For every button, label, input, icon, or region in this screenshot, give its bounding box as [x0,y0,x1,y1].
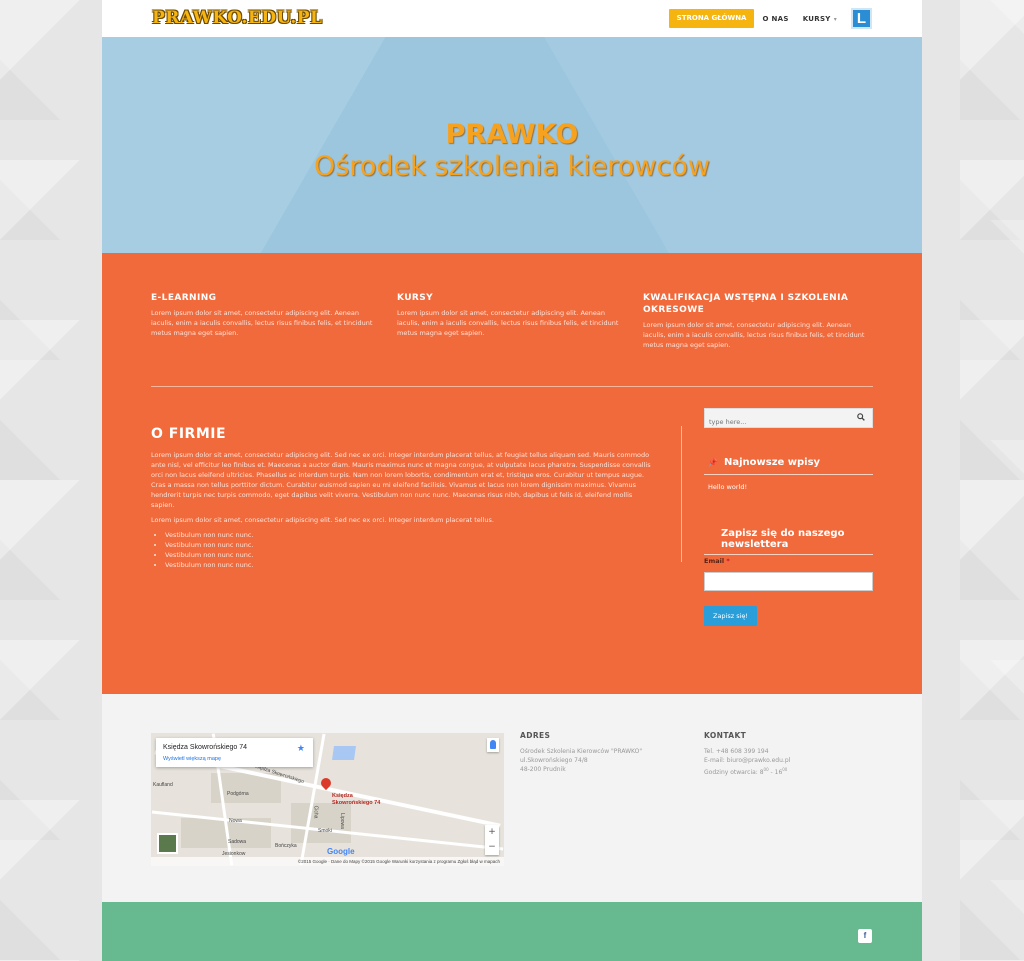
feature-title[interactable]: KURSY [397,292,627,304]
map-water [332,746,356,760]
hours-prefix: Godziny otwarcia: 8 [704,769,764,776]
map-place-title: Księdza Skowrońskiego 74 [163,744,248,751]
page: PRAWKO.EDU.PL STRONA GŁÓWNA O NAS KURSY ▾… [102,0,922,961]
feature-title[interactable]: KWALIFIKACJA WSTĘPNA I SZKOLENIA OKRESOW… [643,292,873,316]
nav-about-link[interactable]: O NAS [762,15,788,23]
chevron-down-icon: ▾ [833,15,837,23]
street-label: Nowa [229,818,242,824]
address-line: ul.Skowrońskiego 74/8 [520,757,588,764]
facebook-icon[interactable]: f [858,929,872,943]
feature-qualification: KWALIFIKACJA WSTĘPNA I SZKOLENIA OKRESOW… [643,292,873,350]
contact-column: KONTAKT Tel. +48 608 399 194 E-mail: biu… [704,731,790,777]
footer: Księdza Skowrońskiego Kaufland Podgórna … [102,694,922,902]
about-paragraph-1: Lorem ipsum dolor sit amet, consectetur … [151,451,651,509]
feature-courses: KURSY Lorem ipsum dolor sit amet, consec… [397,292,627,338]
street-label: Smoki [318,828,332,834]
required-mark: * [726,557,730,565]
address-title: ADRES [520,731,551,740]
street-label: Podgórna [227,791,249,797]
contact-email: E-mail: biuro@prawko.edu.pl [704,757,791,764]
feature-title[interactable]: E-LEARNING [151,292,381,304]
search-icon[interactable] [857,413,865,423]
email-label: Email * [704,557,873,565]
hero-title: PRAWKO Ośrodek szkolenia kierowców [102,119,922,183]
email-label-text: Email [704,557,725,565]
email-field[interactable] [704,572,873,591]
street-label: Sadowa [228,839,247,845]
newsletter-title: Zapisz się do naszego newslettera [704,528,873,555]
site-logo[interactable]: PRAWKO.EDU.PL [152,8,323,28]
about-title: O FIRMIE [151,426,227,442]
list-item: Vestibulum non nunc nunc. [165,560,656,570]
main-content: E-LEARNING Lorem ipsum dolor sit amet, c… [102,253,922,694]
address-line: 48-200 Prudnik [520,766,566,773]
street-label: Lipowa [338,813,345,829]
feature-elearning: E-LEARNING Lorem ipsum dolor sit amet, c… [151,292,381,338]
larger-map-link[interactable]: Wyświetl większą mapę [163,756,221,762]
list-item: Vestibulum non nunc nunc. [165,550,656,560]
map-pin-label-line2: Skowrońskiego 74 [332,800,381,806]
about-paragraph-2: Lorem ipsum dolor sit amet, consectetur … [151,516,494,524]
google-map[interactable]: Księdza Skowrońskiego Kaufland Podgórna … [151,733,504,866]
street-view-icon[interactable] [487,738,499,752]
feature-text: Lorem ipsum dolor sit amet, consectetur … [151,309,373,337]
main-nav: STRONA GŁÓWNA O NAS KURSY ▾ L [668,8,872,29]
nav-home-button[interactable]: STRONA GŁÓWNA [668,9,755,28]
map-pin-label-line1: Księdza [332,793,353,799]
map-pin-label: Księdza Skowrońskiego 74 [332,793,380,807]
zoom-in-button[interactable]: + [485,825,499,840]
street-label: Cicha [312,805,319,819]
nav-courses-link[interactable]: KURSY ▾ [803,15,837,23]
hours-sup-2: 00 [782,767,788,772]
pin-icon: 📌 [708,458,718,467]
street-label: Kaufland [153,782,173,788]
satellite-toggle[interactable] [157,833,178,854]
contact-phone: Tel. +48 608 399 194 [704,748,769,755]
sidebar: 📌 Najnowsze wpisy Hello world! Zapisz się… [704,408,873,626]
recent-posts-label: Najnowsze wpisy [723,457,821,468]
contact-hours: Godziny otwarcia: 800 - 1600 [704,765,790,777]
subscribe-button[interactable]: Zapisz się! [704,606,758,626]
address-column: ADRES Ośrodek Szkolenia Kierowców "PRAWK… [520,731,642,774]
google-logo: Google [327,847,355,856]
map-zoom-control: + − [485,825,499,855]
header: PRAWKO.EDU.PL STRONA GŁÓWNA O NAS KURSY ▾… [102,0,922,37]
recent-posts-title: 📌 Najnowsze wpisy [704,457,873,475]
feature-text: Lorem ipsum dolor sit amet, consectetur … [397,309,619,337]
star-icon[interactable]: ★ [297,744,305,754]
list-item: Vestibulum non nunc nunc. [165,540,656,550]
section-divider [151,386,873,387]
nav-courses-label: KURSY [802,14,831,23]
address-line: Ośrodek Szkolenia Kierowców "PRAWKO" [520,748,643,755]
bottom-bar: f [102,902,922,961]
hours-mid: - 16 [768,769,783,776]
map-place-card: Księdza Skowrońskiego 74 Wyświetl większ… [156,738,313,767]
street-label: Bończyka [275,843,297,849]
about-list: Vestibulum non nunc nunc. Vestibulum non… [165,530,656,570]
search-input[interactable] [705,413,845,431]
search-box [704,408,873,431]
feature-text: Lorem ipsum dolor sit amet, consectetur … [643,321,865,349]
recent-post-link[interactable]: Hello world! [708,483,873,491]
about-section: O FIRMIE Lorem ipsum dolor sit amet, con… [151,426,656,570]
column-separator [681,426,682,562]
l-badge-icon[interactable]: L [851,8,872,29]
hero-banner: PRAWKO Ośrodek szkolenia kierowców [102,37,922,253]
contact-title: KONTAKT [704,731,747,740]
hero-title-line2: Ośrodek szkolenia kierowców [314,151,710,182]
hero-title-line1: PRAWKO [445,119,579,150]
list-item: Vestibulum non nunc nunc. [165,530,656,540]
zoom-out-button[interactable]: − [485,840,499,855]
map-attribution[interactable]: ©2015 Google · Dane do Mapy ©2015 Google… [151,857,504,866]
